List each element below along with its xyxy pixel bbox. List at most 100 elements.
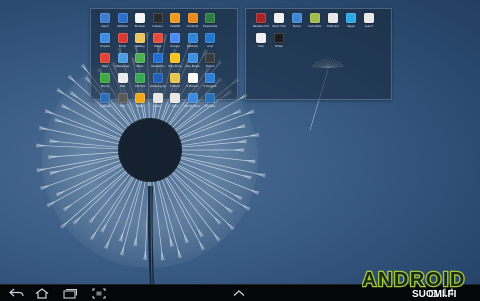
screenshot-button[interactable] xyxy=(90,286,108,300)
notes-icon xyxy=(274,33,284,43)
calculator-icon xyxy=(310,13,320,23)
app-shortcut-google[interactable]: Google xyxy=(167,32,183,51)
app-shortcut-peel[interactable]: Peel xyxy=(115,72,131,91)
maps-icon xyxy=(100,53,110,63)
app-shortcut-readers-hub[interactable]: Readers Hub xyxy=(253,12,269,31)
samsung-apps-icon xyxy=(153,73,163,83)
app-shortcut-search[interactable]: Search xyxy=(361,12,377,31)
app-label: S Memo xyxy=(170,85,180,88)
app-shortcut-s-suggest[interactable]: S Suggest xyxy=(202,72,218,91)
app-shortcut-talk[interactable]: Talk xyxy=(115,92,131,111)
back-arrow-icon xyxy=(9,288,25,298)
app-shortcut-s-planner[interactable]: S Planner xyxy=(185,72,201,91)
app-label: Settings xyxy=(100,105,111,108)
app-label: Memo xyxy=(293,25,301,28)
play-books-icon xyxy=(188,53,198,63)
app-label: Readers Hub xyxy=(253,25,269,28)
app-grid-page-1: Alarm AllShare BrowserCamera ChatON Contacts… xyxy=(97,12,218,111)
app-grid-page-2: Readers HubMusic Hub Memo Calculator Flipbo… xyxy=(253,12,378,51)
app-shortcut-music[interactable]: Music xyxy=(132,52,148,71)
app-shortcut-voice[interactable]: Voice xyxy=(167,92,183,111)
home-button[interactable] xyxy=(33,286,51,300)
app-label: Email xyxy=(119,45,126,48)
app-shortcut-s-memo[interactable]: S Memo xyxy=(167,72,183,91)
homescreen-page-2[interactable]: Readers HubMusic Hub Memo Calculator Flipbo… xyxy=(245,8,392,100)
app-shortcut-play-store[interactable]: Play Store xyxy=(167,52,183,71)
app-label: S Suggest xyxy=(203,85,216,88)
chaton-icon xyxy=(170,13,180,23)
app-shortcut-flipboard[interactable]: Flipboard xyxy=(325,12,341,31)
dandelion-wallpaper xyxy=(0,0,480,284)
app-shortcut-email[interactable]: Email xyxy=(115,32,131,51)
app-shortcut-allshare[interactable]: AllShare xyxy=(115,12,131,31)
app-shortcut-polaris[interactable]: Polaris xyxy=(202,52,218,71)
app-shortcut-world-clock[interactable]: World Clock xyxy=(185,92,201,111)
homescreen-page-1[interactable]: Alarm AllShare BrowserCamera ChatON Contacts… xyxy=(90,8,238,100)
app-shortcut-navigation[interactable]: Navigation xyxy=(150,52,166,71)
app-shortcut-gallery[interactable]: Gallery xyxy=(132,32,148,51)
app-label: Chrome xyxy=(135,85,145,88)
screen-capture-icon xyxy=(92,288,106,299)
chrome-icon xyxy=(135,73,145,83)
app-shortcut-kies[interactable]: Kies xyxy=(253,32,269,51)
chevron-up-icon xyxy=(232,289,246,297)
app-label: Calculator xyxy=(308,25,321,28)
app-shortcut-tasks[interactable]: Tasks xyxy=(132,92,148,111)
contacts-icon xyxy=(188,13,198,23)
app-shortcut-notes[interactable]: Notes xyxy=(271,32,287,51)
app-shortcut-music-hub[interactable]: Music Hub xyxy=(271,12,287,31)
app-shortcut-alarm[interactable]: Alarm xyxy=(97,12,113,31)
app-shortcut-phone[interactable]: Phone xyxy=(97,72,113,91)
app-shortcut-video[interactable]: Video xyxy=(150,92,166,111)
talk-icon xyxy=(118,93,128,103)
app-label: Play Books xyxy=(185,65,199,68)
app-shortcut-settings[interactable]: Settings xyxy=(97,92,113,111)
app-label: Maps xyxy=(102,65,109,68)
phone-icon xyxy=(100,73,110,83)
watermark-site-text: SUOMI.FI xyxy=(412,289,457,298)
app-shortcut-chrome[interactable]: Chrome xyxy=(132,72,148,91)
polaris-icon xyxy=(205,53,215,63)
app-shortcut-youtube[interactable]: YouTube xyxy=(202,92,218,111)
app-label: Music Hub xyxy=(272,25,285,28)
app-label: Local xyxy=(207,45,214,48)
app-shortcut-browser[interactable]: Browser xyxy=(132,12,148,31)
back-button[interactable] xyxy=(8,286,26,300)
peel-icon xyxy=(118,73,128,83)
readers-hub-icon xyxy=(256,13,266,23)
app-shortcut-downloads[interactable]: Downloads xyxy=(202,12,218,31)
app-shortcut-gmail[interactable]: Gmail xyxy=(150,32,166,51)
app-shortcut-local[interactable]: Local xyxy=(202,32,218,51)
search-icon xyxy=(364,13,374,23)
s-planner-icon xyxy=(188,73,198,83)
app-shortcut-maps[interactable]: Maps xyxy=(97,52,113,71)
app-label: Music xyxy=(136,65,143,68)
navigation-icon xyxy=(153,53,163,63)
app-shortcut-calculator[interactable]: Calculator xyxy=(307,12,323,31)
quick-panel-button[interactable] xyxy=(230,286,248,300)
s-suggest-icon xyxy=(205,73,215,83)
app-label: AllShare xyxy=(117,25,128,28)
app-shortcut-memo[interactable]: Memo xyxy=(289,12,305,31)
tasks-icon xyxy=(135,93,145,103)
app-shortcut-contacts[interactable]: Contacts xyxy=(185,12,201,31)
recent-apps-button[interactable] xyxy=(61,286,79,300)
app-shortcut-messenger[interactable]: Messenger xyxy=(115,52,131,71)
app-shortcut-camera[interactable]: Camera xyxy=(150,12,166,31)
s-memo-icon xyxy=(170,73,180,83)
app-shortcut-play-books[interactable]: Play Books xyxy=(185,52,201,71)
app-label: Talk xyxy=(120,105,125,108)
browser-icon xyxy=(135,13,145,23)
app-shortcut-latitude[interactable]: Latitude xyxy=(185,32,201,51)
app-shortcut-skype[interactable]: Skype xyxy=(343,12,359,31)
app-shortcut-samsung-apps[interactable]: Samsung Apps xyxy=(150,72,166,91)
app-label: ChatON xyxy=(170,25,180,28)
svg-text:ANDROID: ANDROID xyxy=(362,269,466,291)
app-label: Samsung Apps xyxy=(150,85,166,88)
downloads-icon xyxy=(205,13,215,23)
app-label: Tasks xyxy=(137,105,144,108)
app-shortcut-chaton[interactable]: ChatON xyxy=(167,12,183,31)
app-label: Kies xyxy=(258,45,263,48)
latitude-icon xyxy=(188,33,198,43)
app-shortcut-dropbox[interactable]: Dropbox xyxy=(97,32,113,51)
